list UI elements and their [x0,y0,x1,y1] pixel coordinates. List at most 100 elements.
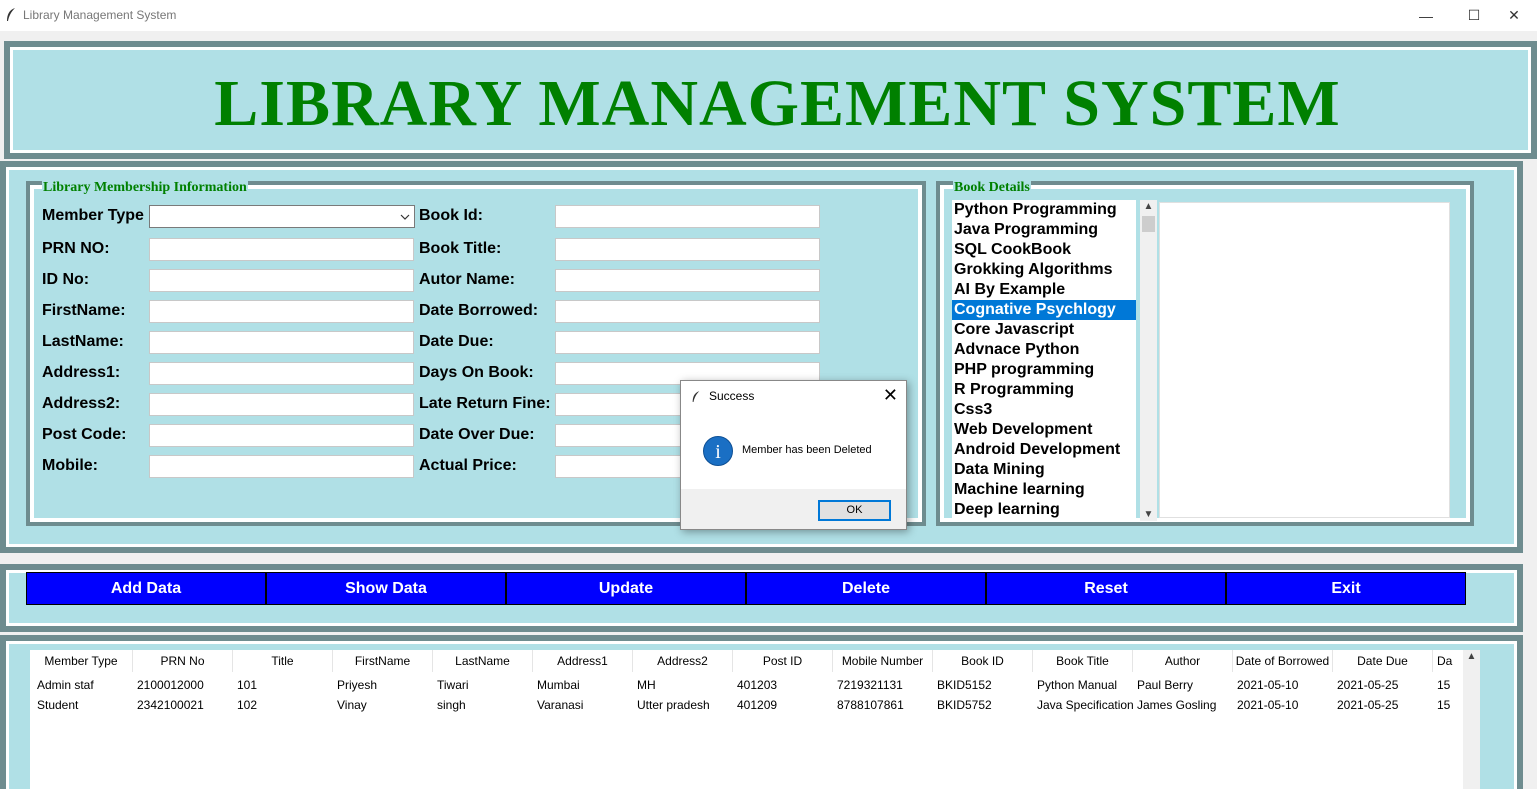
cell: Utter pradesh [637,698,710,712]
page-title: LIBRARY MANAGEMENT SYSTEM [214,67,1341,140]
dialog-message: Member has been Deleted [742,444,872,456]
exit-button[interactable]: Exit [1226,572,1466,605]
cell: 2021-05-25 [1337,678,1399,692]
id-input[interactable] [149,269,414,292]
list-item[interactable]: Machine learning [952,480,1136,500]
cell: Student [37,698,79,712]
column-header[interactable]: Author [1133,650,1233,672]
maximize-icon: ☐ [1467,7,1481,23]
cell: 101 [237,678,258,692]
column-header[interactable]: Address2 [633,650,733,672]
bookid-input[interactable] [555,205,820,228]
member-table[interactable]: Member Type PRN No Title FirstName LastN… [30,650,1463,789]
postcode-input[interactable] [149,424,414,447]
lastname-label: LastName: [42,333,124,350]
dateborrowed-input[interactable] [555,300,820,323]
update-button[interactable]: Update [506,572,746,605]
cell: Priyesh [337,678,378,692]
cell: 7219321131 [837,678,903,692]
cell: BKID5752 [937,698,992,712]
author-input[interactable] [555,269,820,292]
address2-label: Address2: [42,395,121,412]
show-data-button[interactable]: Show Data [266,572,506,605]
add-data-button[interactable]: Add Data [26,572,266,605]
list-item[interactable]: R Programming [952,380,1136,400]
reset-button[interactable]: Reset [986,572,1226,605]
scroll-up-icon[interactable]: ▲ [1463,651,1480,662]
lastname-input[interactable] [149,331,414,354]
cell: Java Specification [1037,698,1134,712]
cell: 2342100021 [137,698,204,712]
book-list-scrollbar[interactable]: ▲ ▼ [1140,200,1157,521]
book-details-legend: Book Details [953,180,1031,196]
list-item[interactable]: Deep learning [952,500,1136,520]
column-header[interactable]: Address1 [533,650,633,672]
cell: Admin staf [37,678,94,692]
close-icon: ✕ [1508,7,1520,23]
booktitle-input[interactable] [555,238,820,261]
book-details-text[interactable] [1159,202,1450,518]
booktitle-label: Book Title: [419,240,502,257]
list-item[interactable]: Web Development [952,420,1136,440]
column-header[interactable]: LastName [433,650,533,672]
scroll-up-icon[interactable]: ▲ [1140,201,1157,212]
member-type-label: Member Type [42,207,144,224]
address1-input[interactable] [149,362,414,385]
close-button[interactable]: ✕ [1491,0,1537,31]
member-type-select[interactable] [149,205,415,228]
cell: 401203 [737,678,778,692]
cell: 15 [1437,698,1451,712]
list-item[interactable]: PHP programming [952,360,1136,380]
book-list[interactable]: Python Programming Java Programming SQL … [952,200,1136,521]
list-item[interactable]: Css3 [952,400,1136,420]
column-header[interactable]: Post ID [733,650,833,672]
scroll-down-icon[interactable]: ▼ [1140,509,1157,520]
list-item[interactable]: Java Programming [952,220,1136,240]
address2-input[interactable] [149,393,414,416]
cell: 15 [1437,678,1451,692]
scroll-thumb[interactable] [1142,216,1155,232]
delete-button[interactable]: Delete [746,572,986,605]
column-header[interactable]: Book Title [1033,650,1133,672]
cell: BKID5152 [937,678,992,692]
column-header[interactable]: PRN No [133,650,233,672]
dateborrowed-label: Date Borrowed: [419,302,539,319]
cell: 102 [237,698,258,712]
list-item[interactable]: Python Programming [952,200,1136,220]
column-header[interactable]: Title [233,650,333,672]
dialog-title: Success [709,389,755,403]
list-item[interactable]: Grokking Algorithms [952,260,1136,280]
minimize-button[interactable]: — [1403,0,1449,31]
minimize-icon: — [1419,7,1433,24]
list-item[interactable]: Data Mining [952,460,1136,480]
ok-button[interactable]: OK [818,500,891,521]
table-scrollbar[interactable]: ▲ [1463,650,1480,789]
firstname-label: FirstName: [42,302,126,319]
cell: 2021-05-10 [1237,698,1299,712]
prn-label: PRN NO: [42,240,110,257]
membership-legend: Library Membership Information [42,180,248,196]
cell: 401209 [737,698,778,712]
mobile-input[interactable] [149,455,414,478]
list-item[interactable]: Core Javascript [952,320,1136,340]
column-header[interactable]: Member Type [30,650,133,672]
column-header[interactable]: Da [1433,650,1463,672]
list-item[interactable]: SQL CookBook [952,240,1136,260]
column-header[interactable]: FirstName [333,650,433,672]
column-header[interactable]: Book ID [933,650,1033,672]
actualprice-label: Actual Price: [419,457,517,474]
firstname-input[interactable] [149,300,414,323]
list-item-selected[interactable]: Cognative Psychlogy [952,300,1136,320]
dialog-close-icon[interactable]: ✕ [883,385,898,406]
list-item[interactable]: AI By Example [952,280,1136,300]
column-header[interactable]: Date Due [1333,650,1433,672]
column-header[interactable]: Mobile Number [833,650,933,672]
id-label: ID No: [42,271,90,288]
prn-input[interactable] [149,238,414,261]
header-frame: LIBRARY MANAGEMENT SYSTEM [4,41,1537,159]
datedue-input[interactable] [555,331,820,354]
success-dialog: Success ✕ i Member has been Deleted OK [680,380,907,530]
list-item[interactable]: Android Development [952,440,1136,460]
column-header[interactable]: Date of Borrowed [1233,650,1333,672]
list-item[interactable]: Advnace Python [952,340,1136,360]
